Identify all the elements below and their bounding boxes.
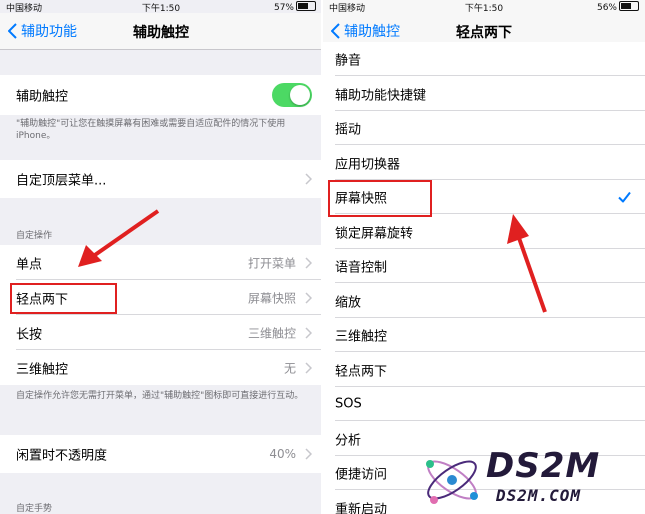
option-row[interactable]: 静音 bbox=[323, 42, 645, 76]
assistivetouch-toggle-row: 辅助触控 bbox=[0, 75, 322, 115]
status-bar: 中国移动 下午1:50 57% bbox=[0, 0, 322, 14]
option-row[interactable]: 语音控制 bbox=[323, 249, 645, 283]
idle-opacity-row[interactable]: 闲置时不透明度 40% bbox=[0, 435, 322, 473]
custom-actions-note: 自定操作允许您无需打开菜单，通过"辅助触控"图标即可直接进行互动。 bbox=[16, 391, 304, 401]
option-row[interactable]: 摇动 bbox=[323, 111, 645, 145]
battery-percent: 56% bbox=[596, 3, 617, 13]
action-value: 三维触控 bbox=[247, 326, 296, 340]
battery-icon bbox=[296, 1, 316, 11]
battery-indicator: 57% bbox=[274, 1, 316, 13]
idle-opacity-label: 闲置时不透明度 bbox=[16, 448, 108, 464]
action-value: 无 bbox=[283, 361, 296, 375]
double-tap-options-screen: 中国移动 下午1:50 56% 辅助触控 轻点两下 静音 辅助功能快捷键 摇动 应用切… bbox=[323, 0, 645, 514]
option-row[interactable]: 三维触控 bbox=[323, 318, 645, 352]
page-title: 辅助触控 bbox=[133, 25, 189, 41]
action-value: 屏幕快照 bbox=[247, 291, 296, 305]
assistivetouch-switch[interactable] bbox=[272, 83, 312, 107]
chevron-right-icon bbox=[305, 448, 312, 460]
option-row[interactable]: 轻点两下 bbox=[323, 352, 645, 387]
atom-logo-icon bbox=[426, 460, 478, 504]
annotation-highlight-box bbox=[328, 180, 432, 217]
option-label: 轻点两下 bbox=[335, 364, 388, 379]
option-label: 分析 bbox=[335, 433, 362, 448]
option-row[interactable]: SOS bbox=[323, 387, 645, 421]
option-label: 缩放 bbox=[335, 295, 362, 310]
option-label: 应用切换器 bbox=[335, 157, 401, 172]
watermark-logo: DS2M DS2M.COM bbox=[420, 444, 645, 514]
assistivetouch-note: "辅助触控"可让您在触摸屏幕有困难或需要自适应配件的情况下使用 iPhone。 bbox=[16, 119, 286, 141]
status-bar: 中国移动 下午1:50 56% bbox=[323, 0, 645, 14]
customize-top-menu-label: 自定顶层菜单... bbox=[16, 173, 107, 189]
idle-opacity-value: 40% bbox=[269, 447, 296, 461]
option-label: 语音控制 bbox=[335, 260, 388, 276]
option-row[interactable]: 缩放 bbox=[323, 283, 645, 318]
option-label: 便捷访问 bbox=[335, 467, 388, 483]
section-header-custom-gestures: 自定手势 bbox=[16, 504, 53, 514]
chevron-right-icon bbox=[305, 173, 312, 185]
navigation-bar: 辅助功能 辅助触控 bbox=[0, 13, 322, 50]
page-title: 轻点两下 bbox=[456, 25, 512, 41]
watermark-site: DS2M.COM bbox=[496, 486, 582, 505]
section-header-custom-actions: 自定操作 bbox=[16, 231, 53, 241]
option-label: 锁定屏幕旋转 bbox=[335, 226, 414, 241]
annotation-arrow-icon bbox=[78, 209, 160, 267]
annotation-highlight-box bbox=[10, 283, 117, 314]
option-row[interactable]: 锁定屏幕旋转 bbox=[323, 214, 645, 249]
chevron-right-icon bbox=[305, 256, 312, 269]
option-label: 重新启动 bbox=[335, 502, 388, 514]
annotation-arrow-icon bbox=[507, 214, 547, 313]
settings-assistivetouch-screen: 中国移动 下午1:50 57% 辅助功能 辅助触控 辅助触控 "辅助触控"可让您… bbox=[0, 0, 322, 514]
option-label: SOS bbox=[335, 396, 362, 412]
chevron-right-icon bbox=[305, 291, 312, 304]
action-label: 长按 bbox=[16, 327, 43, 342]
chevron-right-icon bbox=[305, 361, 312, 374]
option-row[interactable]: 应用切换器 bbox=[323, 145, 645, 180]
option-label: 摇动 bbox=[335, 122, 362, 138]
option-label: 辅助功能快捷键 bbox=[335, 88, 427, 103]
battery-icon bbox=[619, 1, 639, 11]
action-value: 打开菜单 bbox=[247, 256, 296, 270]
chevron-right-icon bbox=[305, 326, 312, 339]
option-row[interactable]: 辅助功能快捷键 bbox=[323, 76, 645, 111]
customize-top-menu-row[interactable]: 自定顶层菜单... bbox=[0, 160, 322, 198]
action-row-3d-touch[interactable]: 三维触控 无 bbox=[0, 350, 322, 385]
action-label: 三维触控 bbox=[16, 362, 69, 377]
watermark-brand: DS2M bbox=[486, 446, 601, 486]
checkmark-icon bbox=[618, 191, 631, 203]
battery-percent: 57% bbox=[273, 3, 294, 13]
option-label: 静音 bbox=[335, 53, 362, 69]
action-label: 单点 bbox=[16, 257, 43, 272]
action-row-long-press[interactable]: 长按 三维触控 bbox=[0, 315, 322, 350]
option-label: 三维触控 bbox=[335, 329, 388, 345]
battery-indicator: 56% bbox=[597, 1, 639, 13]
assistivetouch-toggle-label: 辅助触控 bbox=[16, 89, 69, 105]
